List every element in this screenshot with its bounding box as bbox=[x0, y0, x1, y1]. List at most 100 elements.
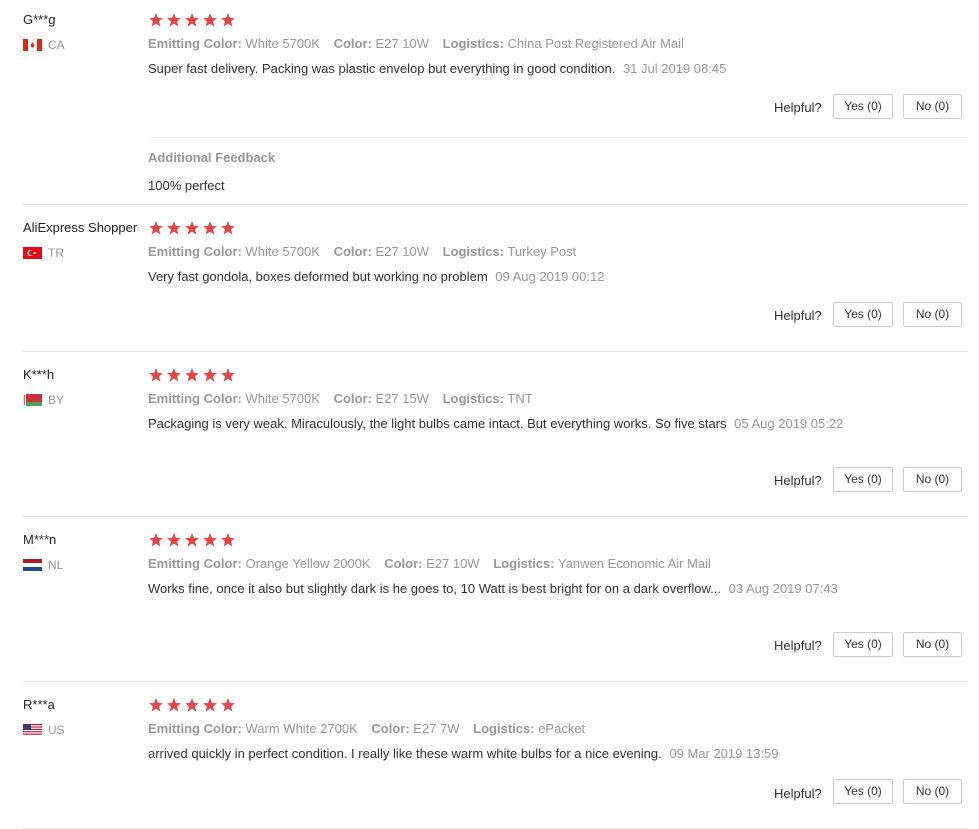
helpful-no-button[interactable]: No (0) bbox=[903, 302, 962, 327]
purchase-details: Emitting Color: White 5700K Color: E27 1… bbox=[148, 36, 694, 51]
emitting-color-value: White 5700K bbox=[245, 391, 320, 406]
country-code: TR bbox=[48, 246, 64, 260]
reviewer-country: NL bbox=[23, 558, 63, 572]
belarus-flag-icon bbox=[23, 394, 42, 406]
color-value: E27 7W bbox=[413, 721, 460, 736]
helpful-no-button[interactable]: No (0) bbox=[903, 779, 962, 804]
star-icon bbox=[149, 533, 163, 547]
helpful-yes-button[interactable]: Yes (0) bbox=[833, 302, 893, 327]
emitting-color-label: Emitting Color: bbox=[148, 244, 242, 259]
helpful-no-button[interactable]: No (0) bbox=[903, 632, 962, 657]
star-rating bbox=[148, 697, 236, 713]
logistics-label: Logistics: bbox=[493, 556, 555, 571]
helpful-label: Helpful? bbox=[774, 786, 822, 801]
logistics-value: ePacket bbox=[538, 721, 586, 736]
star-icon bbox=[203, 698, 217, 712]
reviewer-name: G***g bbox=[23, 12, 56, 27]
review-item: R***a US Emitting Color: Warm White 2700… bbox=[0, 682, 979, 829]
review-date: 31 Jul 2019 08:45 bbox=[622, 61, 727, 76]
star-icon bbox=[167, 368, 181, 382]
star-icon bbox=[185, 221, 199, 235]
review-body: Super fast delivery. Packing was plastic… bbox=[148, 61, 616, 76]
star-icon bbox=[203, 368, 217, 382]
star-icon bbox=[167, 13, 181, 27]
color-label: Color: bbox=[333, 36, 372, 51]
additional-feedback-title: Additional Feedback bbox=[148, 150, 276, 165]
review-body: Packaging is very weak. Miraculously, th… bbox=[148, 416, 727, 431]
star-icon bbox=[149, 698, 163, 712]
emitting-color-value: White 5700K bbox=[245, 36, 320, 51]
color-label: Color: bbox=[333, 391, 372, 406]
reviewer-country: TR bbox=[23, 246, 64, 260]
review-item: AliExpress Shopper TR Emitting Color: Wh… bbox=[0, 205, 979, 352]
star-icon bbox=[185, 368, 199, 382]
reviewer-name: M***n bbox=[23, 532, 57, 547]
country-code: US bbox=[48, 723, 65, 737]
color-value: E27 10W bbox=[426, 556, 480, 571]
helpful-no-button[interactable]: No (0) bbox=[903, 94, 962, 119]
star-icon bbox=[185, 13, 199, 27]
review-item: M***n NL Emitting Color: Orange Yellow 2… bbox=[0, 517, 979, 682]
logistics-label: Logistics: bbox=[442, 391, 504, 406]
helpful-yes-button[interactable]: Yes (0) bbox=[833, 779, 893, 804]
color-value: E27 10W bbox=[375, 244, 429, 259]
helpful-no-button[interactable]: No (0) bbox=[903, 467, 962, 492]
emitting-color-value: White 5700K bbox=[245, 244, 320, 259]
star-icon bbox=[167, 698, 181, 712]
star-icon bbox=[149, 221, 163, 235]
review-body: arrived quickly in perfect condition. I … bbox=[148, 746, 662, 761]
star-icon bbox=[221, 698, 235, 712]
emitting-color-label: Emitting Color: bbox=[148, 556, 242, 571]
emitting-color-label: Emitting Color: bbox=[148, 721, 242, 736]
logistics-value: TNT bbox=[507, 391, 533, 406]
star-icon bbox=[221, 368, 235, 382]
logistics-label: Logistics: bbox=[473, 721, 535, 736]
helpful-yes-button[interactable]: Yes (0) bbox=[833, 94, 893, 119]
logistics-label: Logistics: bbox=[442, 36, 504, 51]
review-text: Super fast delivery. Packing was plastic… bbox=[148, 60, 848, 78]
reviewer-country: CA bbox=[23, 38, 65, 52]
purchase-details: Emitting Color: White 5700K Color: E27 1… bbox=[148, 391, 543, 406]
purchase-details: Emitting Color: White 5700K Color: E27 1… bbox=[148, 244, 586, 259]
review-date: 09 Mar 2019 13:59 bbox=[669, 746, 779, 761]
star-icon bbox=[221, 221, 235, 235]
logistics-value: China Post Registered Air Mail bbox=[507, 36, 684, 51]
star-rating bbox=[148, 367, 236, 383]
helpful-label: Helpful? bbox=[774, 308, 822, 323]
logistics-value: Yanwen Economic Air Mail bbox=[558, 556, 711, 571]
turkey-flag-icon bbox=[23, 247, 42, 259]
star-icon bbox=[185, 533, 199, 547]
review-body: Works fine, once it also but slightly da… bbox=[148, 581, 721, 596]
helpful-yes-button[interactable]: Yes (0) bbox=[833, 467, 893, 492]
color-label: Color: bbox=[371, 721, 410, 736]
star-icon bbox=[149, 13, 163, 27]
color-value: E27 10W bbox=[375, 36, 429, 51]
reviewer-country: US bbox=[23, 723, 65, 737]
helpful-yes-button[interactable]: Yes (0) bbox=[833, 632, 893, 657]
review-date: 03 Aug 2019 07:43 bbox=[728, 581, 838, 596]
netherlands-flag-icon bbox=[23, 559, 42, 571]
reviewer-name: K***h bbox=[23, 367, 55, 382]
review-text: Works fine, once it also but slightly da… bbox=[148, 580, 848, 598]
star-icon bbox=[167, 221, 181, 235]
star-icon bbox=[167, 533, 181, 547]
purchase-details: Emitting Color: Orange Yellow 2000K Colo… bbox=[148, 556, 721, 571]
review-text: Packaging is very weak. Miraculously, th… bbox=[148, 415, 848, 433]
country-code: NL bbox=[48, 558, 64, 572]
star-rating bbox=[148, 220, 236, 236]
star-icon bbox=[221, 533, 235, 547]
star-icon bbox=[203, 13, 217, 27]
review-item: K***h BY Emitting Color: White 5700K Col… bbox=[0, 352, 979, 517]
purchase-details: Emitting Color: Warm White 2700K Color: … bbox=[148, 721, 595, 736]
star-icon bbox=[203, 533, 217, 547]
reviewer-name: AliExpress Shopper bbox=[23, 220, 138, 235]
star-icon bbox=[185, 698, 199, 712]
logistics-value: Turkey Post bbox=[507, 244, 577, 259]
logistics-label: Logistics: bbox=[442, 244, 504, 259]
color-label: Color: bbox=[384, 556, 423, 571]
star-rating bbox=[148, 12, 236, 28]
star-icon bbox=[149, 368, 163, 382]
review-date: 05 Aug 2019 05:22 bbox=[734, 416, 844, 431]
review-text: arrived quickly in perfect condition. I … bbox=[148, 745, 848, 763]
review-body: Very fast gondola, boxes deformed but wo… bbox=[148, 269, 488, 284]
